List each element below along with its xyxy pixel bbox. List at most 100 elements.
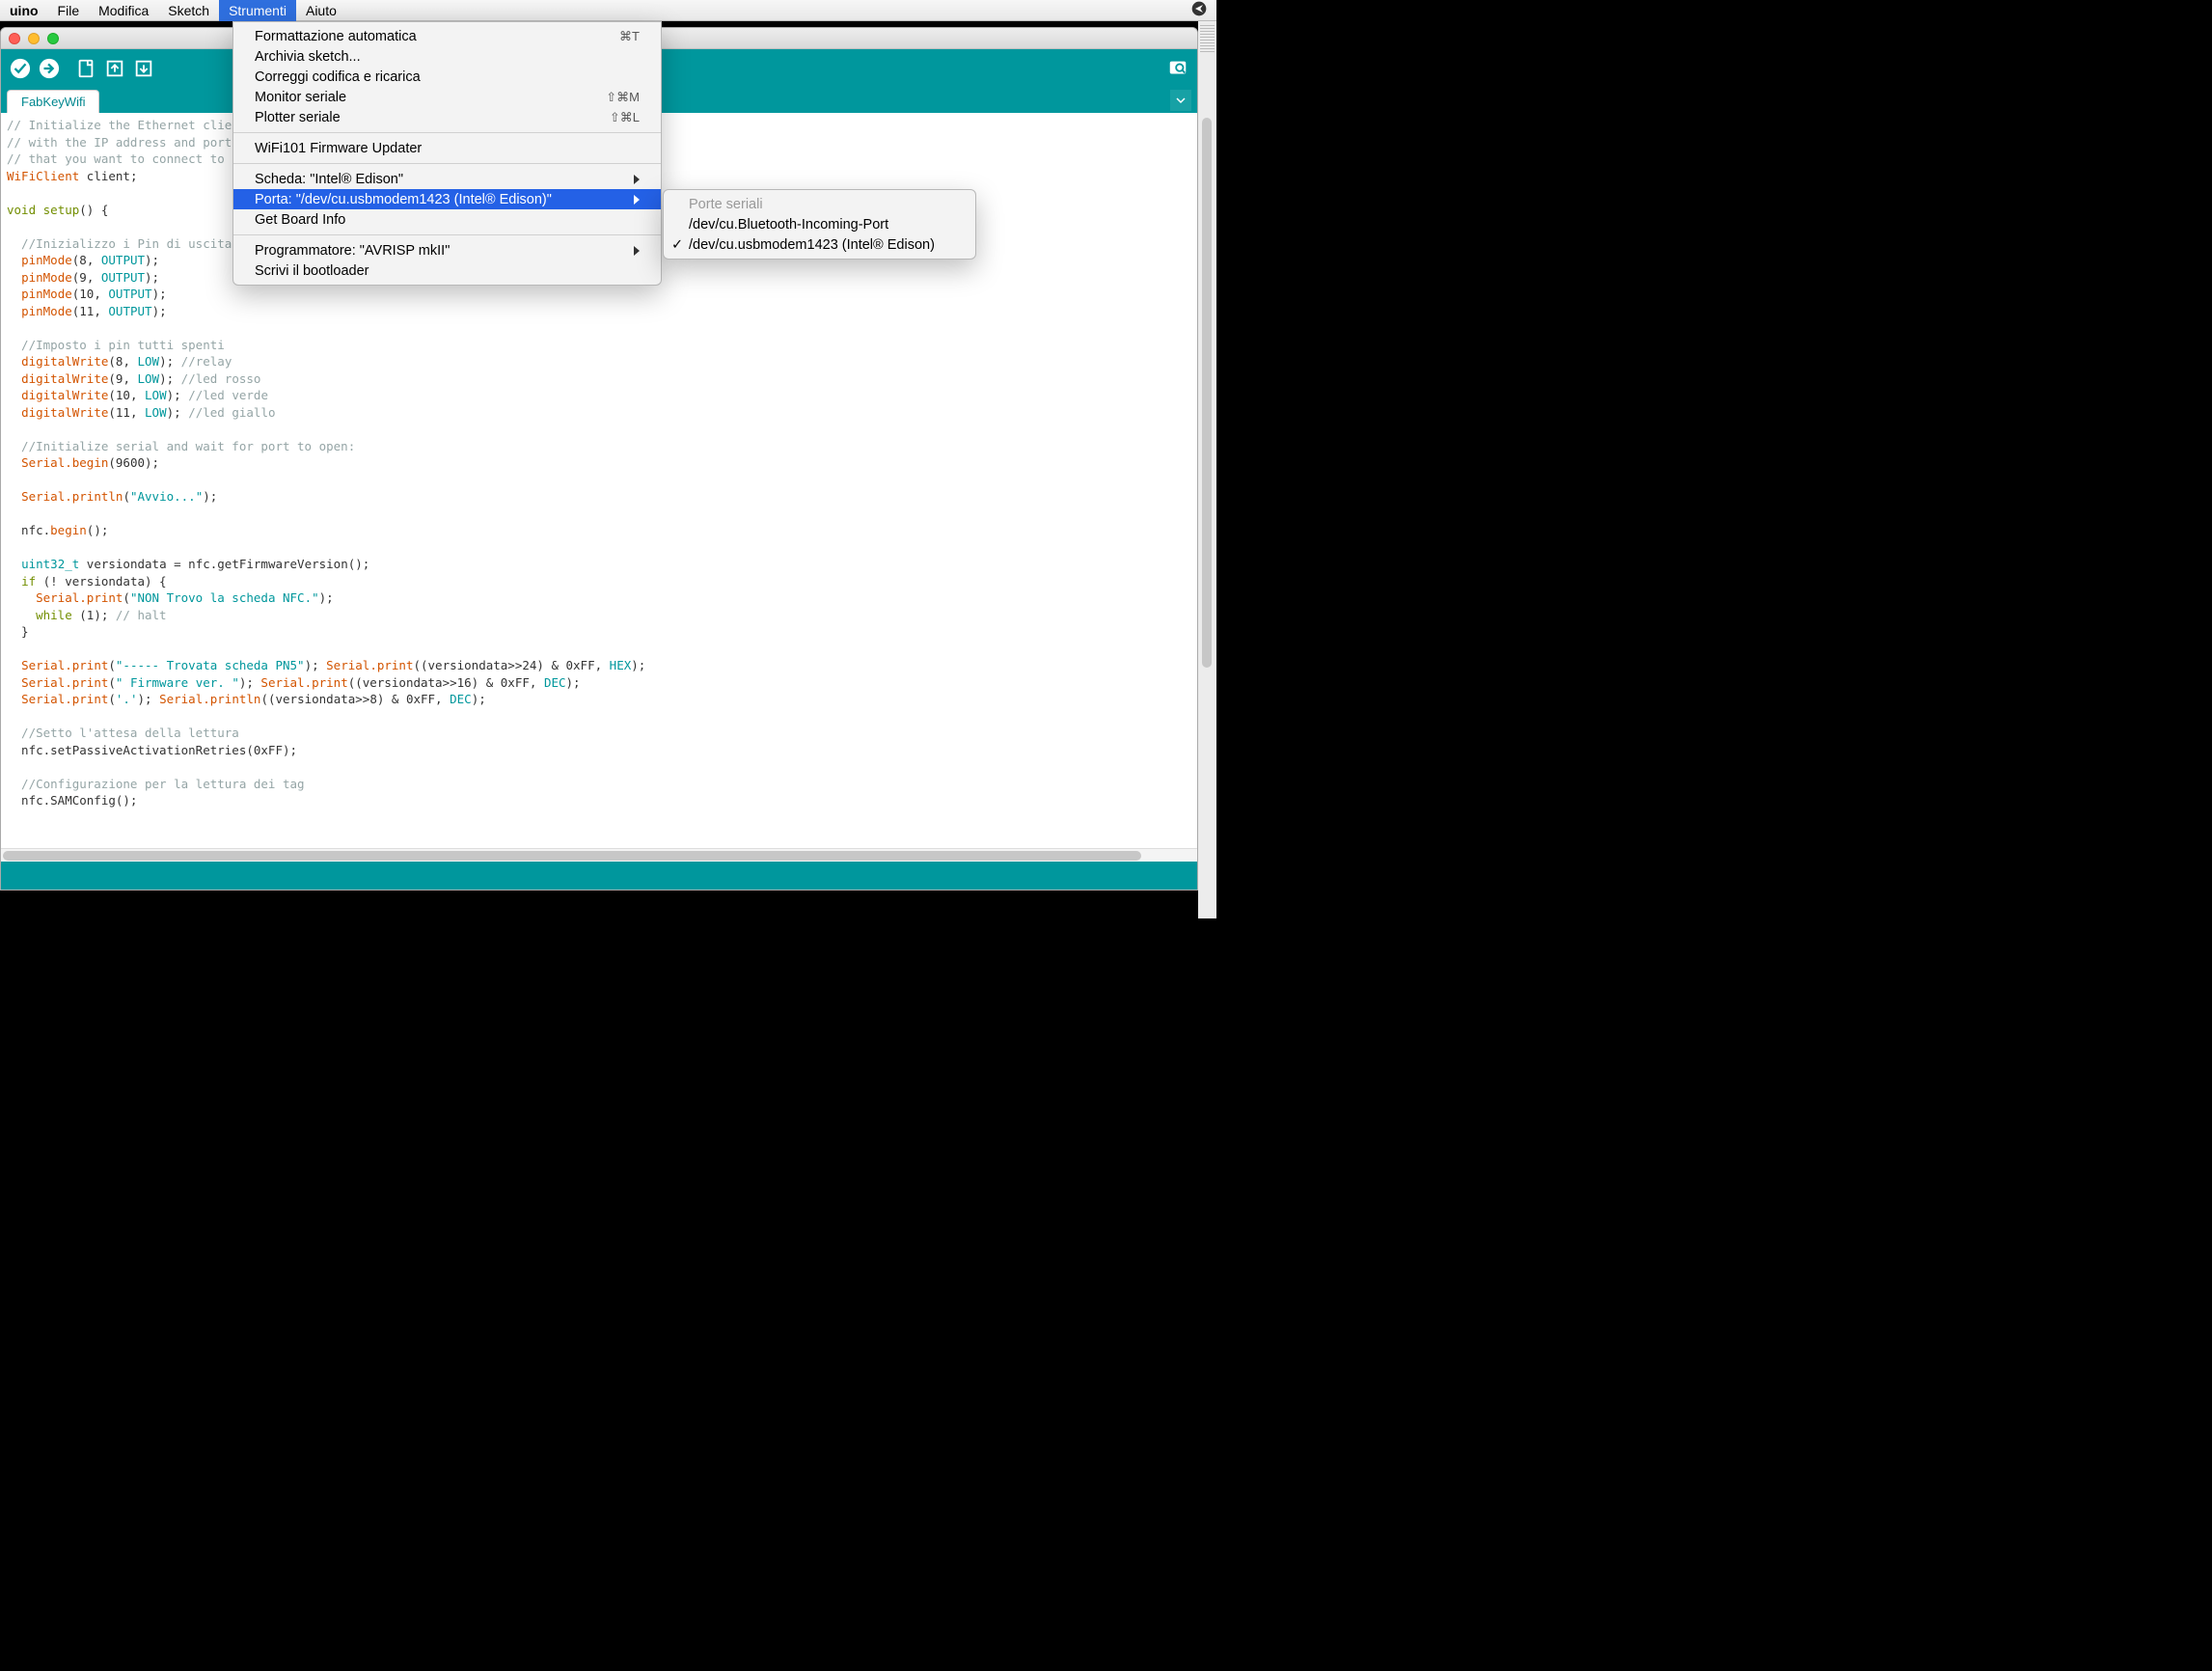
code-token: //led rosso [174,371,260,386]
menu-item-board[interactable]: Scheda: "Intel® Edison" [233,169,661,189]
menu-separator [233,234,661,235]
code-token: ); [566,675,581,690]
tools-menu: Formattazione automatica ⌘T Archivia ske… [232,21,662,286]
menu-strumenti[interactable]: Strumenti [219,0,296,21]
traffic-lights [9,33,59,44]
menu-item-serial-plotter[interactable]: Plotter seriale ⇧⌘L [233,107,661,127]
serial-monitor-button[interactable] [1164,55,1191,82]
submenu-arrow-icon [634,195,640,205]
code-token: .print [65,658,108,672]
code-token: (1); [72,608,116,622]
code-line: // with the IP address and port [7,135,232,150]
code-token: client; [79,169,137,183]
code-token: // halt [116,608,167,622]
menu-item-board-info[interactable]: Get Board Info [233,209,661,230]
code-token: .print [65,675,108,690]
menu-shortcut: ⌘T [619,29,640,44]
new-button[interactable] [72,55,99,82]
code-line: // Initialize the Ethernet clie [7,118,232,132]
menu-item-label: Monitor seriale [255,90,346,105]
code-token: HEX [610,658,632,672]
submenu-arrow-icon [634,246,640,256]
tab-dropdown-button[interactable] [1170,90,1191,111]
port-item-bluetooth[interactable]: /dev/cu.Bluetooth-Incoming-Port [664,214,975,234]
menu-modifica[interactable]: Modifica [89,0,158,21]
menu-shortcut: ⇧⌘L [610,110,640,125]
menu-item-label: Formattazione automatica [255,29,417,44]
menu-item-port[interactable]: Porta: "/dev/cu.usbmodem1423 (Intel® Edi… [233,189,661,209]
submenu-arrow-icon [634,175,640,184]
code-token: digitalWrite [21,388,108,402]
tab-fabkeywifi[interactable]: FabKeyWifi [7,90,99,113]
scrollbar-thumb[interactable] [3,851,1141,861]
code-token: Serial [21,455,65,470]
menu-item-fix-encoding[interactable]: Correggi codifica e ricarica [233,67,661,87]
code-token: ); [631,658,645,672]
code-token: Serial [159,692,203,706]
code-token: LOW [145,388,167,402]
code-token: .println [65,489,123,504]
code-token: DEC [450,692,472,706]
code-token: 9 [116,371,123,386]
menu-item-label: Correggi codifica e ricarica [255,69,421,85]
menu-item-bootloader[interactable]: Scrivi il bootloader [233,260,661,281]
code-token: 9600 [116,455,145,470]
upload-button[interactable] [36,55,63,82]
port-submenu: Porte seriali /dev/cu.Bluetooth-Incoming… [663,189,976,260]
code-token: //relay [174,354,232,369]
status-bar [1,862,1197,890]
code-token: Serial [326,658,369,672]
menu-shortcut: ⇧⌘M [606,90,640,105]
vertical-scrollbar[interactable] [1198,21,1216,918]
code-token: '.' [116,692,138,706]
code-token: ((versiondata>>8) & 0xFF, [260,692,450,706]
menu-item-programmer[interactable]: Programmatore: "AVRISP mkII" [233,240,661,260]
code-token: OUTPUT [108,287,151,301]
code-token: .print [79,590,123,605]
code-token: DEC [544,675,566,690]
menu-item-label: Programmatore: "AVRISP mkII" [255,243,450,259]
notification-icon[interactable] [1191,1,1207,19]
menu-item-wifi101[interactable]: WiFi101 Firmware Updater [233,138,661,158]
open-button[interactable] [101,55,128,82]
menu-item-label: Get Board Info [255,212,345,228]
code-token: pinMode [21,287,72,301]
code-token: .print [369,658,413,672]
menu-item-archive[interactable]: Archivia sketch... [233,46,661,67]
scrollbar-thumb[interactable] [1202,118,1212,668]
verify-button[interactable] [7,55,34,82]
menubar-tray [1191,1,1216,19]
code-line: // that you want to connect to [7,151,225,166]
code-line: //Imposto i pin tutti spenti [7,338,225,352]
code-token: 11 [79,304,94,318]
code-token: ); [472,692,486,706]
window-minimize-button[interactable] [28,33,40,44]
window-maximize-button[interactable] [47,33,59,44]
menu-sketch[interactable]: Sketch [158,0,219,21]
code-token: digitalWrite [21,371,108,386]
code-token: Serial [260,675,304,690]
window-close-button[interactable] [9,33,20,44]
code-token: setup [43,203,80,217]
code-token: pinMode [21,253,72,267]
code-token: ((versiondata>>16) & 0xFF, [348,675,544,690]
horizontal-scrollbar[interactable] [1,848,1197,862]
code-token: pinMode [21,304,72,318]
code-token: LOW [145,405,167,420]
code-token: //led verde [181,388,268,402]
code-line: //Configurazione per la lettura dei tag [7,777,305,791]
menu-file[interactable]: File [48,0,90,21]
save-button[interactable] [130,55,157,82]
code-token: .println [203,692,260,706]
code-token: Serial [21,489,65,504]
menu-item-format[interactable]: Formattazione automatica ⌘T [233,26,661,46]
code-token: OUTPUT [101,270,145,285]
code-token: Serial [21,692,65,706]
menu-aiuto[interactable]: Aiuto [296,0,346,21]
menu-separator [233,132,661,133]
port-item-usbmodem[interactable]: /dev/cu.usbmodem1423 (Intel® Edison) [664,234,975,255]
code-token: () { [79,203,108,217]
code-token: //led giallo [181,405,276,420]
code-token: 9 [79,270,87,285]
menu-item-serial-monitor[interactable]: Monitor seriale ⇧⌘M [233,87,661,107]
